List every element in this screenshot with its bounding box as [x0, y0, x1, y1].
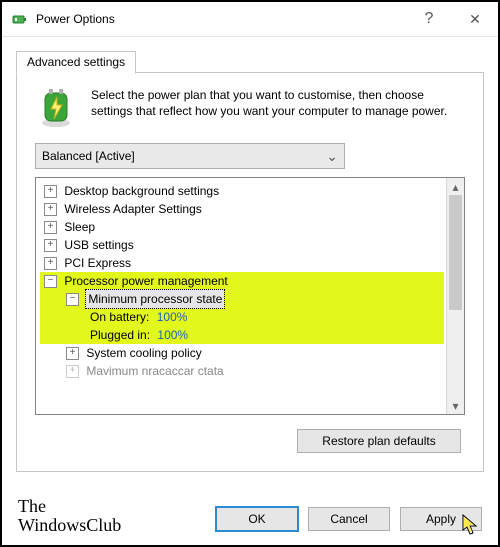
value-label: On battery:: [90, 308, 149, 326]
ok-button[interactable]: OK: [216, 507, 298, 531]
window-title: Power Options: [36, 12, 406, 26]
button-label: Restore plan defaults: [322, 434, 435, 448]
close-button[interactable]: ✕: [452, 2, 498, 36]
value-link[interactable]: 100%: [157, 326, 188, 344]
settings-tree-wrap: + Desktop background settings + Wireless…: [35, 177, 465, 415]
expand-icon: +: [66, 365, 79, 378]
tree-label: Mavimum nracaccar ctata: [86, 362, 223, 380]
dialog-button-row: OK Cancel Apply: [216, 507, 482, 531]
tree-label-selected: Minimum processor state: [86, 290, 224, 308]
intro-row: Select the power plan that you want to c…: [35, 87, 465, 129]
tree-item-min-processor-state[interactable]: − Minimum processor state: [40, 290, 444, 308]
tree-label: Sleep: [64, 218, 95, 236]
tree-item-max-processor-truncated[interactable]: + Mavimum nracaccar ctata: [40, 362, 444, 380]
tree-item-processor-power[interactable]: − Processor power management: [40, 272, 444, 290]
cancel-button[interactable]: Cancel: [308, 507, 390, 531]
tree-label: Processor power management: [64, 272, 227, 290]
title-bar: Power Options ? ✕: [2, 2, 498, 37]
battery-illustration-icon: [35, 87, 77, 129]
scroll-down-button[interactable]: ▾: [447, 397, 464, 414]
tree-label: USB settings: [64, 236, 133, 254]
close-icon: ✕: [469, 11, 481, 28]
chevron-down-icon: ⌄: [326, 148, 338, 165]
restore-row: Restore plan defaults: [35, 429, 461, 453]
restore-defaults-button[interactable]: Restore plan defaults: [297, 429, 461, 453]
collapse-icon[interactable]: −: [66, 293, 79, 306]
arrow-down-icon: ▾: [452, 399, 458, 413]
power-plan-value: Balanced [Active]: [42, 149, 135, 163]
tree-item[interactable]: + PCI Express: [40, 254, 444, 272]
tree-label: Wireless Adapter Settings: [64, 200, 201, 218]
scroll-track[interactable]: [447, 195, 464, 397]
expand-icon[interactable]: +: [66, 347, 79, 360]
brand-line1: The: [18, 497, 121, 516]
help-button[interactable]: ?: [406, 2, 452, 36]
scroll-up-button[interactable]: ▴: [447, 178, 464, 195]
intro-text: Select the power plan that you want to c…: [91, 87, 465, 129]
tree-item[interactable]: + USB settings: [40, 236, 444, 254]
tab-panel: Select the power plan that you want to c…: [16, 72, 484, 472]
button-label: Apply: [426, 512, 456, 526]
button-label: OK: [248, 512, 265, 526]
expand-icon[interactable]: +: [44, 257, 57, 270]
button-label: Cancel: [330, 512, 367, 526]
help-icon: ?: [425, 10, 434, 28]
tree-value-plugged-in[interactable]: Plugged in: 100%: [40, 326, 444, 344]
tree-value-on-battery[interactable]: On battery: 100%: [40, 308, 444, 326]
tab-strip: Advanced settings: [16, 51, 484, 73]
settings-tree[interactable]: + Desktop background settings + Wireless…: [36, 178, 446, 414]
tree-label: System cooling policy: [86, 344, 201, 362]
expand-icon[interactable]: +: [44, 239, 57, 252]
power-plan-select[interactable]: Balanced [Active] ⌄: [35, 143, 345, 169]
tab-advanced-settings[interactable]: Advanced settings: [16, 51, 136, 74]
brand-line2: WindowsClub: [18, 516, 121, 535]
battery-system-icon: [12, 11, 28, 27]
expand-icon[interactable]: +: [44, 203, 57, 216]
collapse-icon[interactable]: −: [44, 275, 57, 288]
tree-item-system-cooling[interactable]: + System cooling policy: [40, 344, 444, 362]
expand-icon[interactable]: +: [44, 221, 57, 234]
tree-label: PCI Express: [64, 254, 131, 272]
tree-item[interactable]: + Desktop background settings: [40, 182, 444, 200]
value-label: Plugged in:: [90, 326, 150, 344]
value-link[interactable]: 100%: [157, 308, 188, 326]
tree-item[interactable]: + Wireless Adapter Settings: [40, 200, 444, 218]
expand-icon[interactable]: +: [44, 185, 57, 198]
scroll-thumb[interactable]: [449, 195, 462, 310]
apply-button[interactable]: Apply: [400, 507, 482, 531]
tree-label: Desktop background settings: [64, 182, 219, 200]
arrow-up-icon: ▴: [452, 180, 458, 194]
tab-label: Advanced settings: [27, 55, 125, 69]
tree-item[interactable]: + Sleep: [40, 218, 444, 236]
power-options-window: Power Options ? ✕ Advanced settings Sele…: [0, 0, 500, 547]
vertical-scrollbar[interactable]: ▴ ▾: [446, 178, 464, 414]
dialog-body: Advanced settings Select the power plan …: [2, 37, 498, 480]
watermark-brand: The WindowsClub: [18, 497, 121, 535]
